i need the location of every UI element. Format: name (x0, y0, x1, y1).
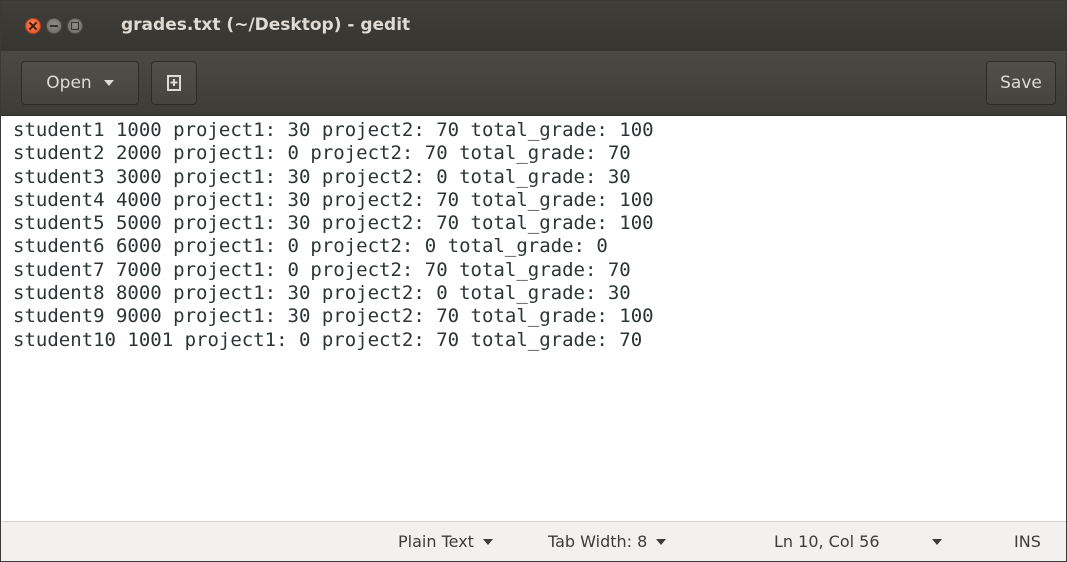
save-button-label: Save (1000, 73, 1042, 93)
header-toolbar: Open Save (1, 51, 1066, 116)
title-bar[interactable]: grades.txt (~/Desktop) - gedit (1, 1, 1066, 51)
document-line: student10 1001 project1: 0 project2: 70 … (13, 328, 643, 351)
document-line: student4 4000 project1: 30 project2: 70 … (13, 188, 654, 211)
document-line: student3 3000 project1: 30 project2: 0 t… (13, 165, 631, 188)
document-line: student9 9000 project1: 30 project2: 70 … (13, 305, 654, 328)
open-button[interactable]: Open (21, 61, 139, 105)
document-line: student8 8000 project1: 30 project2: 0 t… (13, 282, 631, 305)
chevron-down-icon (656, 538, 667, 545)
gedit-window: grades.txt (~/Desktop) - gedit Open Save… (0, 0, 1067, 562)
insert-mode-label: INS (1014, 532, 1041, 551)
text-editor-area[interactable]: student1 1000 project1: 30 project2: 70 … (1, 116, 1066, 521)
document-line: student6 6000 project1: 0 project2: 0 to… (13, 235, 608, 258)
new-document-icon (167, 75, 181, 91)
tab-width-label: Tab Width: 8 (548, 532, 648, 551)
document-line: student5 5000 project1: 30 project2: 70 … (13, 212, 654, 235)
minimize-window-button[interactable] (46, 18, 62, 34)
chevron-down-icon (482, 538, 493, 545)
insert-mode-indicator[interactable]: INS (1014, 532, 1041, 551)
cursor-position-selector[interactable]: Ln 10, Col 56 (774, 532, 942, 551)
window-title: grades.txt (~/Desktop) - gedit (121, 15, 411, 35)
language-selector[interactable]: Plain Text (398, 532, 493, 551)
save-button[interactable]: Save (986, 61, 1056, 105)
cursor-position-label: Ln 10, Col 56 (774, 532, 880, 551)
maximize-window-button[interactable] (67, 18, 83, 34)
language-label: Plain Text (398, 532, 474, 551)
document-line: student7 7000 project1: 0 project2: 70 t… (13, 258, 631, 281)
open-button-label: Open (46, 73, 92, 93)
chevron-down-icon (103, 80, 114, 86)
chevron-down-icon (931, 538, 942, 545)
new-document-button[interactable] (151, 61, 197, 105)
close-window-button[interactable] (25, 18, 41, 34)
tab-width-selector[interactable]: Tab Width: 8 (548, 532, 667, 551)
document-line: student2 2000 project1: 0 project2: 70 t… (13, 142, 631, 165)
status-bar: Plain Text Tab Width: 8 Ln 10, Col 56 IN… (1, 521, 1066, 561)
document-line: student1 1000 project1: 30 project2: 70 … (13, 119, 654, 141)
